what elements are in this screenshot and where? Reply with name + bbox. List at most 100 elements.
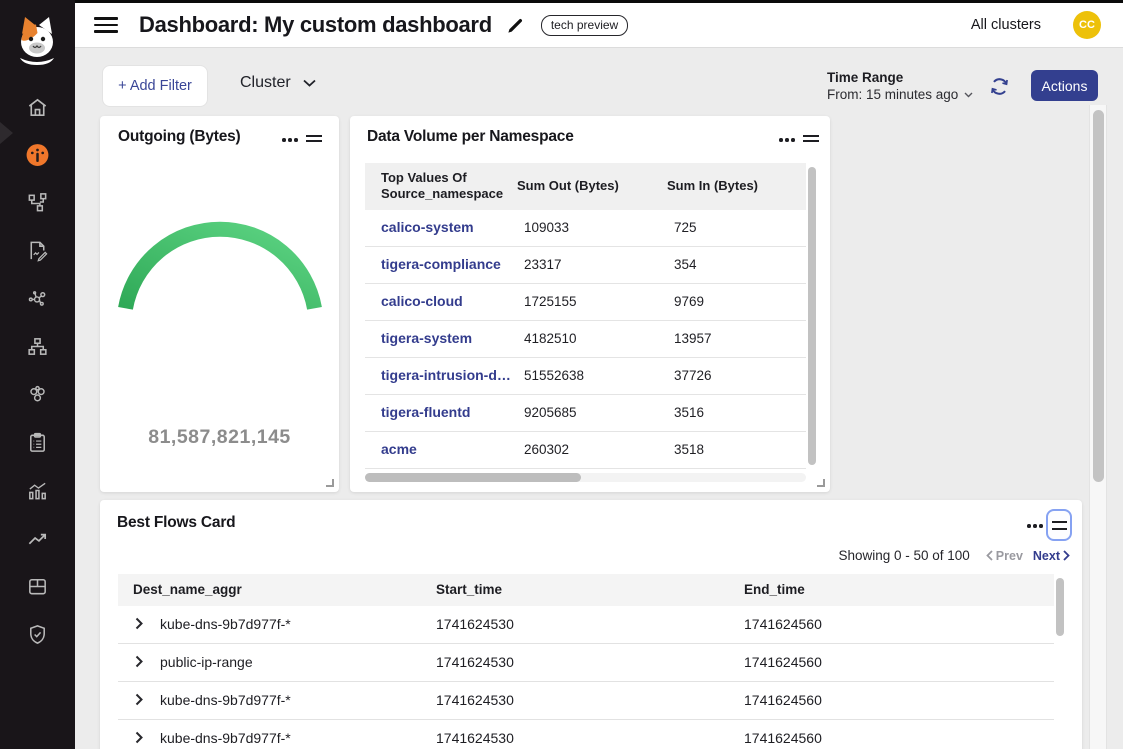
sum-out-value: 51552638 bbox=[524, 368, 584, 383]
namespace-link[interactable]: calico-system bbox=[381, 219, 474, 235]
table-row: kube-dns-9b7d977f-* 1741624530 174162456… bbox=[118, 682, 1054, 720]
sum-out-value: 260302 bbox=[524, 442, 569, 457]
best-flows-table-header: Dest_name_aggr Start_time End_time bbox=[118, 574, 1054, 606]
column-header: Top Values Of Source_namespace bbox=[381, 170, 513, 203]
compliance-reports-icon[interactable] bbox=[25, 430, 50, 455]
namespace-link[interactable]: tigera-intrusion-d… bbox=[381, 367, 511, 383]
sum-in-value: 354 bbox=[674, 257, 697, 272]
data-volume-horizontal-scrollbar-thumb[interactable] bbox=[365, 473, 581, 482]
table-row: tigera-intrusion-d… 51552638 37726 bbox=[365, 358, 806, 395]
page-scrollbar-thumb[interactable] bbox=[1093, 110, 1104, 482]
cluster-dropdown-label: Cluster bbox=[240, 74, 291, 92]
sum-out-value: 109033 bbox=[524, 220, 569, 235]
sum-out-value: 4182510 bbox=[524, 331, 577, 346]
next-page-button[interactable]: Next bbox=[1033, 549, 1070, 563]
start-time-value: 1741624530 bbox=[436, 730, 514, 746]
sum-in-value: 3516 bbox=[674, 405, 704, 420]
top-bar: Dashboard: My custom dashboard tech prev… bbox=[75, 0, 1123, 48]
policies-icon[interactable] bbox=[25, 238, 50, 263]
cluster-dropdown[interactable]: Cluster bbox=[240, 74, 316, 92]
dest-name-value: kube-dns-9b7d977f-* bbox=[160, 616, 291, 632]
chevron-down-icon bbox=[303, 79, 316, 87]
data-volume-horizontal-scrollbar-track[interactable] bbox=[365, 473, 806, 482]
namespace-link[interactable]: tigera-system bbox=[381, 330, 472, 346]
namespace-link[interactable]: acme bbox=[381, 441, 417, 457]
data-volume-vertical-scrollbar[interactable] bbox=[808, 167, 816, 465]
data-volume-card-drag-handle-icon[interactable] bbox=[803, 128, 819, 149]
pagination-status: Showing 0 - 50 of 100 bbox=[838, 548, 969, 563]
sum-in-value: 3518 bbox=[674, 442, 704, 457]
best-flows-card-drag-handle-icon[interactable] bbox=[1046, 509, 1072, 541]
sum-out-value: 23317 bbox=[524, 257, 562, 272]
chevron-down-icon bbox=[964, 92, 973, 98]
best-flows-pagination: Showing 0 - 50 of 100 Prev Next bbox=[560, 548, 1070, 563]
start-time-value: 1741624530 bbox=[436, 692, 514, 708]
chevron-left-icon bbox=[986, 550, 993, 561]
sum-out-value: 9205685 bbox=[524, 405, 577, 420]
user-avatar[interactable]: CC bbox=[1073, 11, 1101, 39]
expand-row-chevron-icon[interactable] bbox=[135, 655, 143, 668]
time-range-value-dropdown[interactable]: From: 15 minutes ago bbox=[827, 87, 973, 102]
sidebar-active-notch bbox=[0, 122, 13, 144]
namespace-link[interactable]: tigera-compliance bbox=[381, 256, 501, 272]
add-filter-button[interactable]: + Add Filter bbox=[102, 65, 208, 107]
trends-icon[interactable] bbox=[25, 526, 50, 551]
workloads-icon[interactable] bbox=[25, 574, 50, 599]
table-row: kube-dns-9b7d977f-* 1741624530 174162456… bbox=[118, 720, 1054, 749]
column-header: Start_time bbox=[436, 582, 502, 597]
page-title: Dashboard: My custom dashboard bbox=[139, 12, 492, 38]
column-header: End_time bbox=[744, 582, 805, 597]
time-range-label: Time Range bbox=[827, 70, 973, 85]
actions-button[interactable]: Actions bbox=[1031, 70, 1098, 101]
data-volume-card-title: Data Volume per Namespace bbox=[367, 128, 574, 146]
cluster-scope-selector[interactable]: All clusters bbox=[971, 17, 1041, 33]
column-header: Sum In (Bytes) bbox=[667, 178, 758, 193]
security-icon[interactable] bbox=[25, 622, 50, 647]
end-time-value: 1741624560 bbox=[744, 730, 822, 746]
column-header: Dest_name_aggr bbox=[133, 582, 242, 597]
gauge-value: 81,587,821,145 bbox=[100, 426, 339, 449]
table-row: calico-system 109033 725 bbox=[365, 210, 806, 247]
tech-preview-badge: tech preview bbox=[541, 15, 628, 36]
dashboards-icon[interactable] bbox=[25, 142, 50, 167]
namespace-link[interactable]: tigera-fluentd bbox=[381, 404, 470, 420]
table-row: tigera-fluentd 9205685 3516 bbox=[365, 395, 806, 432]
best-flows-vertical-scrollbar[interactable] bbox=[1056, 578, 1064, 636]
chevron-right-icon bbox=[1063, 550, 1070, 561]
outgoing-gauge-chart bbox=[112, 196, 328, 316]
clusters-icon[interactable] bbox=[25, 382, 50, 407]
table-row: tigera-system 4182510 13957 bbox=[365, 321, 806, 358]
refresh-icon[interactable] bbox=[986, 73, 1012, 99]
expand-row-chevron-icon[interactable] bbox=[135, 731, 143, 744]
start-time-value: 1741624530 bbox=[436, 616, 514, 632]
table-row: acme 260302 3518 bbox=[365, 432, 806, 469]
outgoing-card-resize-handle[interactable] bbox=[326, 479, 334, 487]
sum-in-value: 725 bbox=[674, 220, 697, 235]
service-connections-icon[interactable] bbox=[25, 286, 50, 311]
edit-dashboard-pencil-icon[interactable] bbox=[506, 16, 525, 35]
topology-icon[interactable] bbox=[25, 334, 50, 359]
data-volume-card-menu-icon[interactable] bbox=[777, 134, 797, 146]
data-volume-card-resize-handle[interactable] bbox=[817, 479, 825, 487]
dest-name-value: kube-dns-9b7d977f-* bbox=[160, 692, 291, 708]
home-icon[interactable] bbox=[25, 95, 50, 120]
calico-dashboard-app: Dashboard: My custom dashboard tech prev… bbox=[0, 0, 1123, 749]
best-flows-card-menu-icon[interactable] bbox=[1025, 520, 1045, 532]
table-row: tigera-compliance 23317 354 bbox=[365, 247, 806, 284]
namespace-link[interactable]: calico-cloud bbox=[381, 293, 463, 309]
data-volume-table-header: Top Values Of Source_namespace Sum Out (… bbox=[365, 163, 806, 210]
outgoing-bytes-card: Outgoing (Bytes) 81,587,821,145 bbox=[100, 116, 339, 492]
analytics-icon[interactable] bbox=[25, 478, 50, 503]
prev-page-button[interactable]: Prev bbox=[986, 549, 1023, 563]
hamburger-menu-icon[interactable] bbox=[94, 17, 118, 33]
sum-in-value: 9769 bbox=[674, 294, 704, 309]
sidebar bbox=[0, 0, 75, 749]
outgoing-card-drag-handle-icon[interactable] bbox=[306, 128, 322, 149]
outgoing-card-menu-icon[interactable] bbox=[280, 134, 300, 146]
expand-row-chevron-icon[interactable] bbox=[135, 617, 143, 630]
data-volume-card: Data Volume per Namespace Top Values Of … bbox=[350, 116, 830, 492]
expand-row-chevron-icon[interactable] bbox=[135, 693, 143, 706]
end-time-value: 1741624560 bbox=[744, 654, 822, 670]
end-time-value: 1741624560 bbox=[744, 692, 822, 708]
network-graph-icon[interactable] bbox=[25, 190, 50, 215]
